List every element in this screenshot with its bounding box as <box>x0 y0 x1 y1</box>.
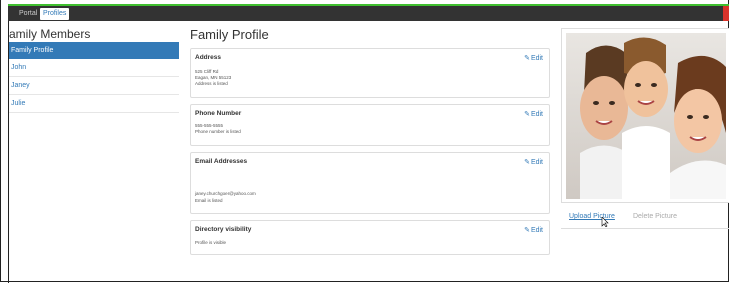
directory-title: Directory visibility <box>195 226 252 233</box>
phone-title: Phone Number <box>195 110 242 117</box>
edit-label: Edit <box>530 159 543 166</box>
profile-picture-panel <box>561 28 729 203</box>
mouse-cursor-icon <box>601 217 609 227</box>
edit-email-button[interactable]: ✎Edit <box>524 158 543 166</box>
tab-portal[interactable]: Portal <box>16 8 40 20</box>
tab-profiles[interactable]: Profiles <box>40 8 70 20</box>
pencil-icon: ✎ <box>524 55 530 62</box>
close-icon[interactable] <box>723 6 729 21</box>
edit-phone-button[interactable]: ✎Edit <box>524 110 543 118</box>
sidebar-item-john[interactable]: John <box>9 59 179 77</box>
phone-value: 555-555-5555 <box>195 123 224 128</box>
sidebar-item-janey[interactable]: Janey <box>9 77 179 95</box>
directory-visibility-card: Directory visibility ✎Edit Profile is vi… <box>190 220 550 255</box>
phone-status: Phone number is listed <box>195 129 241 134</box>
address-card: Address ✎Edit 525 Cliff Rd Eagan, MN 551… <box>190 48 550 98</box>
edit-label: Edit <box>530 111 543 118</box>
phone-card: Phone Number ✎Edit 555-555-5555 Phone nu… <box>190 104 550 146</box>
address-title: Address <box>195 54 222 61</box>
email-card: Email Addresses ✎Edit janey.churchgoer@y… <box>190 152 550 214</box>
sidebar-title: amily Members <box>9 27 91 41</box>
delete-picture-link[interactable]: Delete Picture <box>633 213 677 220</box>
edit-label: Edit <box>530 55 543 62</box>
pencil-icon: ✎ <box>524 227 530 234</box>
picture-actions: Upload Picture Delete Picture <box>561 206 729 229</box>
directory-status: Profile is visible <box>195 240 227 245</box>
address-status: Address is listed <box>195 81 228 86</box>
email-status: Email is listed <box>195 198 223 203</box>
sidebar-item-julie[interactable]: Julie <box>9 95 179 113</box>
pencil-icon: ✎ <box>524 111 530 118</box>
sidebar-item-family-profile[interactable]: Family Profile <box>9 42 179 59</box>
family-photo <box>566 33 726 199</box>
address-line-1: 525 Cliff Rd <box>195 69 219 74</box>
family-profile-main: Family Profile Address ✎Edit 525 Cliff R… <box>190 26 550 255</box>
edit-address-button[interactable]: ✎Edit <box>524 54 543 62</box>
pencil-icon: ✎ <box>524 159 530 166</box>
family-members-sidebar: amily Members Family Profile John Janey … <box>9 26 179 113</box>
email-title: Email Addresses <box>195 158 248 165</box>
email-value: janey.churchgoer@yahoo.com <box>195 191 256 196</box>
page-title: Family Profile <box>190 27 269 42</box>
top-navbar: Portal Profiles <box>8 4 729 21</box>
top-accent-line <box>8 4 729 6</box>
address-line-2: Eagan, MN 55123 <box>195 75 232 80</box>
edit-label: Edit <box>530 227 543 234</box>
edit-directory-button[interactable]: ✎Edit <box>524 226 543 234</box>
